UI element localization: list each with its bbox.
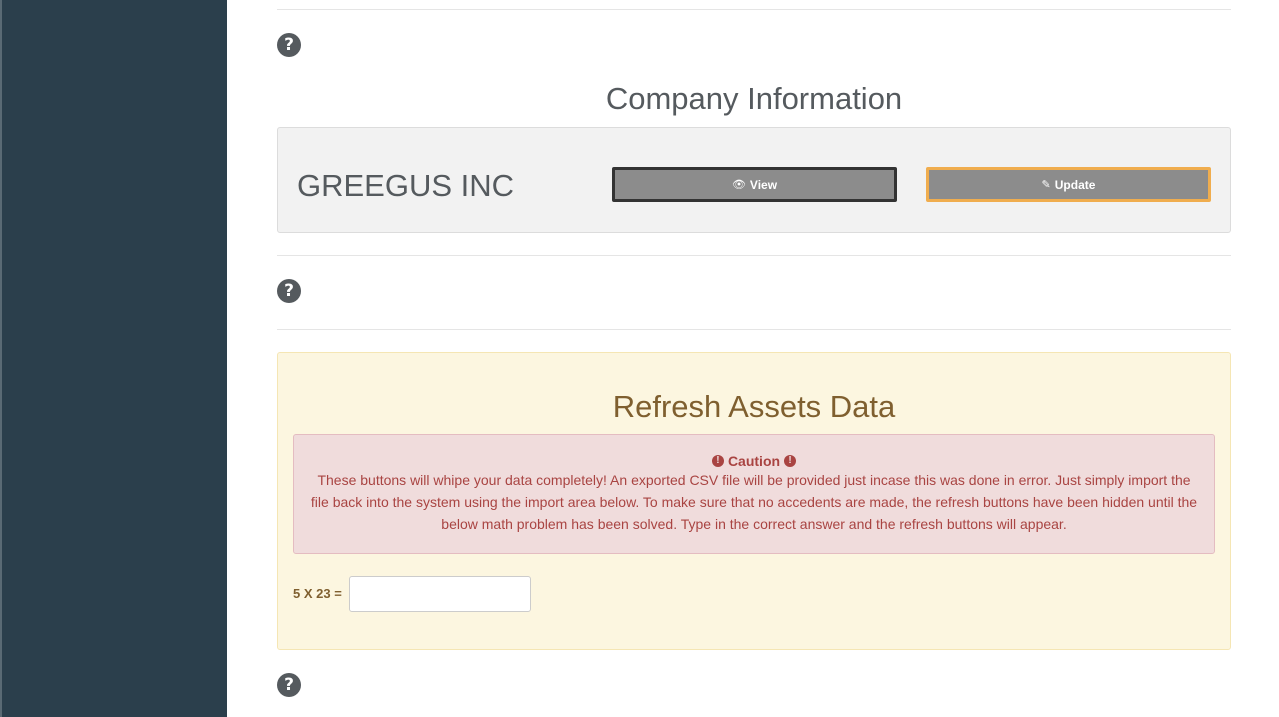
update-button-label: Update <box>1054 177 1096 192</box>
caution-heading: ! Caution ! <box>308 453 1200 469</box>
caution-heading-text: Caution <box>727 453 781 469</box>
math-problem-label: 5 X 23 = <box>293 586 342 601</box>
question-circle-icon[interactable]: ? <box>277 279 301 303</box>
view-button[interactable]: 👁︎ View <box>612 167 897 202</box>
update-button[interactable]: ✎ Update <box>926 167 1211 202</box>
question-circle-icon[interactable]: ? <box>277 673 301 697</box>
company-panel: GREEGUS INC 👁︎ View ✎ Update <box>277 127 1231 233</box>
divider <box>277 329 1231 330</box>
refresh-assets-panel: Refresh Assets Data ! Caution ! These bu… <box>277 352 1231 650</box>
company-info-title: Company Information <box>605 81 903 116</box>
exclamation-circle-icon: ! <box>784 455 797 467</box>
math-answer-input[interactable] <box>349 576 531 612</box>
divider <box>277 9 1231 10</box>
sidebar <box>0 0 227 717</box>
caution-alert: ! Caution ! These buttons will whipe you… <box>293 434 1215 554</box>
exclamation-circle-icon: ! <box>711 455 724 467</box>
caution-body: These buttons will whipe your data compl… <box>310 472 1198 532</box>
company-name: GREEGUS INC <box>297 168 515 203</box>
refresh-assets-title: Refresh Assets Data <box>612 389 896 424</box>
question-circle-icon[interactable]: ? <box>277 33 301 57</box>
divider <box>277 255 1231 256</box>
eye-icon: 👁︎ <box>731 179 746 191</box>
view-button-label: View <box>749 177 778 192</box>
pencil-icon: ✎ <box>1041 179 1051 191</box>
